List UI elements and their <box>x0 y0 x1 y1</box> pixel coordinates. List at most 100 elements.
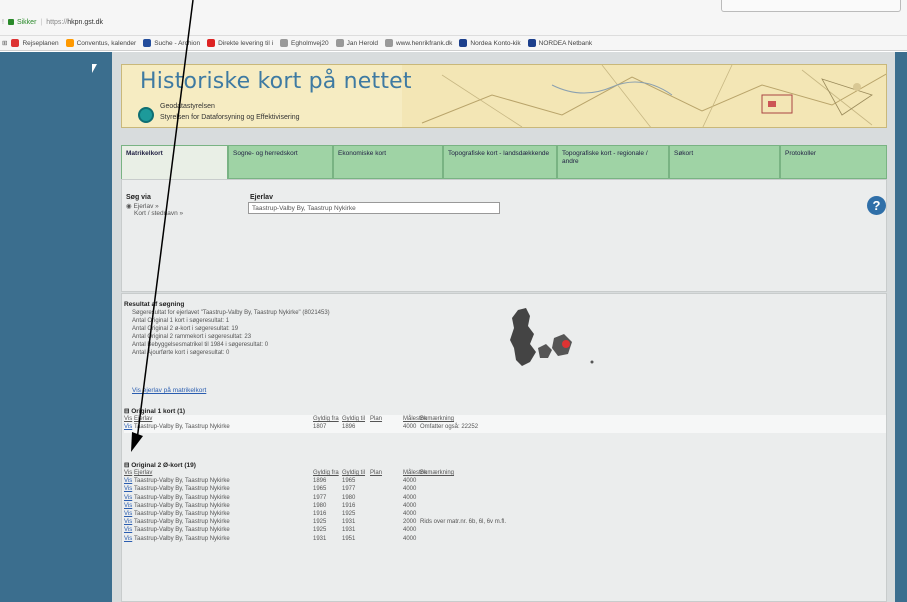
column-header[interactable]: Ejerlav <box>134 470 152 476</box>
tab-matrikelkort[interactable]: Matrikelkort <box>121 145 228 179</box>
bookmark-icon <box>207 39 216 47</box>
site-banner: Historiske kort på nettet Geodatastyrels… <box>121 64 887 128</box>
tab-ekonomiske-kort[interactable]: Ekonomiske kort <box>333 145 443 179</box>
table-cell: Rids over matr.nr. 6b, 6l, 6v m.fl. <box>420 519 507 526</box>
map-type-tabs: Matrikelkort Sogne- og herredskort Ekono… <box>121 145 887 179</box>
tab-topografiske-regionale[interactable]: Topografiske kort - regionale / andre <box>557 145 669 179</box>
table-cell: Taastrup-Valby By, Taastrup Nykirke <box>134 486 230 493</box>
show-map-link[interactable]: Vis <box>124 527 132 533</box>
apps-icon[interactable]: ⊞ <box>2 39 7 47</box>
banner-title[interactable]: Historiske kort på nettet <box>140 69 412 94</box>
table-cell: Taastrup-Valby By, Taastrup Nykirke <box>134 519 230 526</box>
column-header[interactable]: Plan <box>370 416 382 422</box>
bookmark-item[interactable]: Egholmvej20 <box>280 39 329 47</box>
column-header[interactable]: Gyldig til <box>342 416 365 422</box>
show-on-map-link[interactable]: Vis ejerlav på matrikelkort <box>132 387 206 394</box>
banner-subtitle-1: Geodatastyrelsen <box>160 103 215 110</box>
table-cell: 1931 <box>342 519 356 526</box>
table-cell: 1916 <box>342 502 356 509</box>
table-cell: 2000 <box>403 519 417 526</box>
table-cell: 1965 <box>342 478 356 485</box>
table-cell: Taastrup-Valby By, Taastrup Nykirke <box>134 478 230 485</box>
show-map-link[interactable]: Vis <box>124 536 132 542</box>
table-cell: 4000 <box>403 527 417 534</box>
bookmark-item[interactable]: NORDEA Netbank <box>527 39 593 47</box>
table-cell: 1980 <box>313 502 327 509</box>
table-cell: 1980 <box>342 494 356 501</box>
table-cell: 1916 <box>313 510 327 517</box>
result-line: Antal Original 2 ø-kort i søgeresultat: … <box>132 326 239 332</box>
bookmark-icon <box>335 39 344 47</box>
tab-protokoller[interactable]: Protokoller <box>780 145 887 179</box>
search-via-heading: Søg via <box>126 194 151 201</box>
table-cell: 4000 <box>403 494 417 501</box>
show-map-link[interactable]: Vis <box>124 486 132 492</box>
bookmark-icon <box>65 39 74 47</box>
column-header[interactable]: Plan <box>370 470 382 476</box>
tab-sogne-herredskort[interactable]: Sogne- og herredskort <box>228 145 333 179</box>
url-host[interactable]: hkpn.gst.dk <box>67 19 103 26</box>
table-cell: 1925 <box>313 519 327 526</box>
bookmark-label: Rejseplanen <box>22 39 59 47</box>
column-header[interactable]: Gyldig fra <box>313 470 339 476</box>
show-map-link[interactable]: Vis <box>124 478 132 484</box>
bookmark-item[interactable]: www.henrikfrank.dk <box>385 39 452 47</box>
page-left-margin <box>0 52 112 602</box>
bookmark-item[interactable]: Nordea Konto-kik <box>459 39 521 47</box>
column-header[interactable]: Bemærkning <box>420 416 454 422</box>
result-line: Antal Bebyggelsesmatrikel til 1984 i søg… <box>132 342 269 348</box>
table-cell: Taastrup-Valby By, Taastrup Nykirke <box>134 494 230 501</box>
section-original-1-title[interactable]: ⊟ Original 1 kort (1) <box>124 407 185 415</box>
bookmark-icon <box>385 39 394 47</box>
table-cell: 1931 <box>313 535 327 542</box>
show-map-link[interactable]: Vis <box>124 424 132 430</box>
secure-label: Sikker <box>16 18 37 26</box>
browser-tab-strip[interactable] <box>721 0 901 12</box>
section-original-2-title[interactable]: ⊟ Original 2 Ø-kort (19) <box>124 461 196 469</box>
table-cell: 1965 <box>313 486 327 493</box>
tab-soekort[interactable]: Søkort <box>669 145 780 179</box>
show-map-link[interactable]: Vis <box>124 495 132 501</box>
url-protocol[interactable]: https:// <box>46 19 67 26</box>
bookmark-item[interactable]: Jan Herold <box>335 39 378 47</box>
info-icon[interactable]: ! <box>0 19 8 26</box>
show-map-link[interactable]: Vis <box>124 503 132 509</box>
column-header[interactable]: Bemærkning <box>420 470 454 476</box>
agency-logo-icon[interactable] <box>138 107 154 123</box>
bookmark-icon <box>11 39 20 47</box>
table-cell: Taastrup-Valby By, Taastrup Nykirke <box>134 424 230 431</box>
table-cell: Omfatter også: 22252 <box>420 424 479 431</box>
result-line: Antal Original 2 rammekort i søgeresulta… <box>132 334 252 340</box>
bookmark-item[interactable]: Rejseplanen <box>11 39 59 47</box>
bookmark-label: NORDEA Netbank <box>538 39 593 47</box>
column-header[interactable]: Ejerlav <box>134 416 152 422</box>
bookmark-label: Egholmvej20 <box>291 39 329 47</box>
table-cell: 4000 <box>403 502 417 509</box>
bookmark-item[interactable]: Conventus, kalender <box>65 39 136 47</box>
bookmark-label: Nordea Konto-kik <box>470 39 521 47</box>
show-map-link[interactable]: Vis <box>124 511 132 517</box>
column-header[interactable]: Vis <box>124 416 132 422</box>
column-header[interactable]: Gyldig fra <box>313 416 339 422</box>
table-cell: 4000 <box>403 535 417 542</box>
table-cell: 4000 <box>403 486 417 493</box>
bookmark-item[interactable]: Direkte levering til i <box>207 39 273 47</box>
browser-address-bar: ! Sikker | https:// hkpn.gst.dk <box>0 0 907 36</box>
table-cell: 1896 <box>313 478 327 485</box>
search-panel: Søg via ◉ Ejerlav » Kort / stednavn » Ej… <box>121 179 887 292</box>
tab-topografiske-landsdaekkende[interactable]: Topografiske kort - landsdækkende <box>443 145 557 179</box>
show-map-link[interactable]: Vis <box>124 519 132 525</box>
result-panel: Resultat af søgning Søgeresultat for eje… <box>121 293 887 602</box>
column-header[interactable]: Gyldig til <box>342 470 365 476</box>
result-line: Antal Original 1 kort i søgeresultat: 1 <box>132 318 230 324</box>
column-header[interactable]: Vis <box>124 470 132 476</box>
ejerlav-input[interactable] <box>248 202 500 214</box>
table-cell: 4000 <box>403 424 417 431</box>
help-icon[interactable]: ? <box>867 196 886 215</box>
address-row[interactable]: ! Sikker | https:// hkpn.gst.dk <box>0 16 103 28</box>
bookmark-item[interactable]: Suche - Archion <box>143 39 200 47</box>
search-option-kort-stednavn[interactable]: Kort / stednavn » <box>134 210 183 217</box>
search-option-ejerlav[interactable]: ◉ Ejerlav » <box>126 202 159 210</box>
table-cell: 1925 <box>342 510 356 517</box>
banner-map-illustration <box>402 65 886 127</box>
